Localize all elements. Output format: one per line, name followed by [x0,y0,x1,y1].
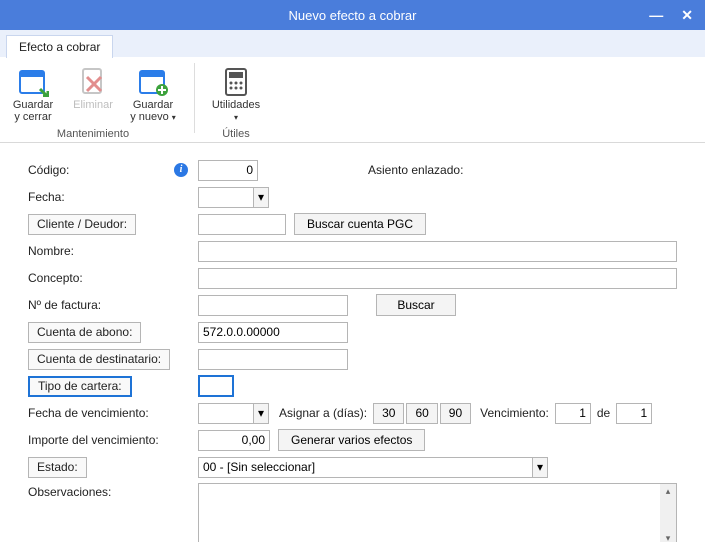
asignar-label: Asignar a (días): [279,406,367,420]
estado-button[interactable]: Estado: [28,457,87,478]
nombre-label: Nombre: [28,244,74,258]
ribbon: Guardary cerrar Eliminar Guardary nuevo … [0,57,705,143]
calculator-icon [220,65,252,97]
ribbon-separator [194,63,195,133]
fvenc-field[interactable] [198,403,254,424]
save-new-button[interactable]: Guardary nuevo ▾ [126,63,180,126]
obs-label: Observaciones: [28,485,111,499]
save-close-icon [17,65,49,97]
obs-scrollbar[interactable]: ▴ ▾ [660,484,676,542]
fecha-label: Fecha: [28,190,65,204]
venc-de-label: de [597,406,610,420]
codigo-label: Código: [28,163,69,177]
cliente-button[interactable]: Cliente / Deudor: [28,214,136,235]
save-new-l2: y nuevo [130,111,169,123]
buscar-pgc-button[interactable]: Buscar cuenta PGC [294,213,426,235]
tab-efecto-a-cobrar[interactable]: Efecto a cobrar [6,35,113,58]
destinatario-button[interactable]: Cuenta de destinatario: [28,349,170,370]
form-area: Código: i Asiento enlazado: Fecha: ▾ Cli… [0,143,705,542]
nombre-field[interactable] [198,241,677,262]
save-new-l1: Guardar [133,99,173,111]
abono-button[interactable]: Cuenta de abono: [28,322,141,343]
fecha-field[interactable] [198,187,254,208]
window-controls: — ✕ [649,0,701,30]
generar-button[interactable]: Generar varios efectos [278,429,425,451]
group-utils-label: Útiles [216,128,256,140]
buscar-button[interactable]: Buscar [376,294,456,316]
concepto-label: Concepto: [28,271,83,285]
asiento-label: Asiento enlazado: [368,163,463,177]
save-close-button[interactable]: Guardary cerrar [6,63,60,126]
fecha-dropdown-button[interactable]: ▾ [254,187,269,208]
days-90-button[interactable]: 90 [440,403,471,424]
factura-field[interactable] [198,295,348,316]
save-new-icon [137,65,169,97]
cartera-button[interactable]: Tipo de cartera: [28,376,132,397]
save-close-l1: Guardar [13,99,53,111]
utilities-label: Utilidades [212,99,260,111]
utilities-button[interactable]: Utilidades ▾ [209,63,263,126]
codigo-field[interactable] [198,160,258,181]
ribbon-tabs: Efecto a cobrar [0,30,705,57]
delete-label: Eliminar [73,99,113,111]
group-maint-label: Mantenimiento [51,128,135,140]
days-30-button[interactable]: 30 [373,403,404,424]
concepto-field[interactable] [198,268,677,289]
window-title: Nuevo efecto a cobrar [289,8,417,23]
fvenc-dropdown-button[interactable]: ▾ [254,403,269,424]
ribbon-group-mantenimiento: Guardary cerrar Eliminar Guardary nuevo … [6,63,180,140]
venc-label: Vencimiento: [480,406,549,420]
close-icon[interactable]: ✕ [681,7,693,24]
ribbon-group-utiles: Utilidades ▾ Útiles [209,63,263,140]
estado-dropdown-button[interactable]: ▾ [533,457,548,478]
fvenc-label: Fecha de vencimiento: [28,406,149,420]
estado-field[interactable] [198,457,533,478]
venc-total-field[interactable] [616,403,652,424]
delete-icon [77,65,109,97]
importe-label: Importe del vencimiento: [28,433,159,447]
abono-field[interactable] [198,322,348,343]
days-60-button[interactable]: 60 [406,403,437,424]
factura-label: Nº de factura: [28,298,101,312]
chevron-down-icon: ▾ [172,113,176,122]
cartera-field[interactable] [198,375,234,397]
venc-num-field[interactable] [555,403,591,424]
delete-button: Eliminar [66,63,120,126]
info-icon[interactable]: i [174,163,188,177]
scroll-up-icon[interactable]: ▴ [666,486,671,497]
minimize-icon[interactable]: — [649,7,663,23]
save-close-l2: y cerrar [14,111,51,123]
cliente-field[interactable] [198,214,286,235]
destinatario-field[interactable] [198,349,348,370]
scroll-down-icon[interactable]: ▾ [666,533,671,542]
observaciones-field[interactable] [199,484,660,542]
chevron-down-icon: ▾ [234,113,238,122]
importe-field[interactable] [198,430,270,451]
title-bar: Nuevo efecto a cobrar — ✕ [0,0,705,30]
